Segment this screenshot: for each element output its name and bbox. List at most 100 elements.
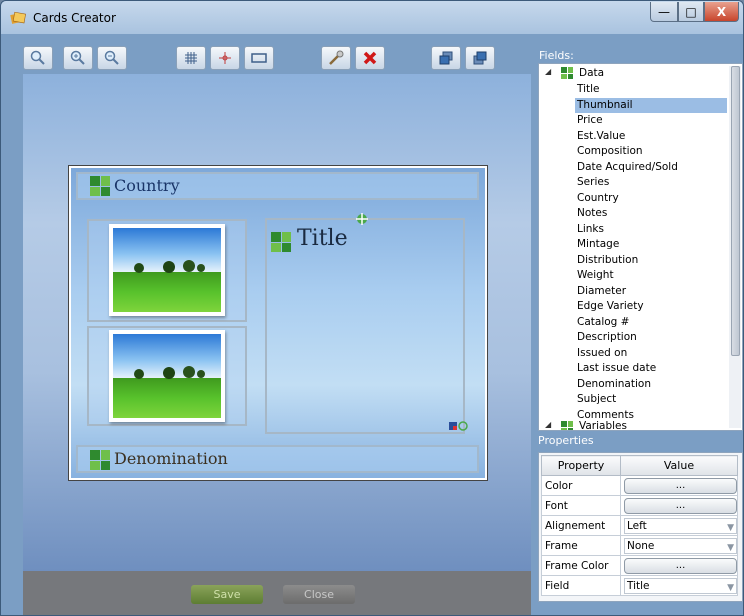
landscape-photo-bottom	[109, 330, 225, 422]
thumbnail-box-bottom[interactable]	[87, 326, 247, 426]
delete-icon	[363, 51, 377, 65]
tree-field-item[interactable]: Weight	[577, 268, 614, 283]
tree-field-item[interactable]: Links	[577, 222, 604, 237]
tree-field-item[interactable]: Diameter	[577, 284, 626, 299]
title-bar: Cards Creator — □ X	[1, 1, 743, 34]
properties-label: Properties	[538, 434, 594, 447]
zoom-out-button[interactable]	[97, 46, 127, 70]
denomination-field-box[interactable]: Denomination	[76, 445, 479, 473]
tree-field-item[interactable]: Composition	[577, 144, 643, 159]
bring-front-button[interactable]	[431, 46, 461, 70]
tree-field-item[interactable]: Issued on	[577, 346, 627, 361]
field-grid-icon	[90, 176, 110, 196]
tree-icon	[134, 366, 205, 379]
dropdown-arrow-icon: ▼	[727, 522, 734, 533]
landscape-photo-top	[109, 224, 225, 316]
scroll-thumb[interactable]	[731, 66, 740, 356]
zoom-in-button[interactable]	[63, 46, 93, 70]
zoom-button[interactable]	[23, 46, 53, 70]
tree-group-data[interactable]: Data	[579, 66, 604, 81]
tools-button[interactable]	[321, 46, 351, 70]
target-icon	[219, 52, 231, 64]
field-select[interactable]: Title ▼	[624, 577, 737, 594]
design-canvas[interactable]: Country Title Denomination	[23, 74, 531, 571]
expand-arrow-icon[interactable]: ◢	[545, 67, 551, 76]
bring-front-icon	[439, 51, 453, 65]
send-back-button[interactable]	[465, 46, 495, 70]
save-button[interactable]: Save	[191, 585, 263, 604]
field-grid-icon	[90, 450, 110, 470]
prop-alignement-name: Alignement	[541, 515, 621, 536]
frame-color-picker-button[interactable]: ...	[624, 557, 737, 574]
prop-frame-color-name: Frame Color	[541, 555, 621, 576]
prop-color-name: Color	[541, 475, 621, 496]
fields-scrollbar[interactable]	[729, 66, 741, 428]
grid-button[interactable]	[176, 46, 206, 70]
tree-field-item[interactable]: Notes	[577, 206, 607, 221]
properties-table: Property Value Color ... Font ... Aligne…	[541, 455, 738, 596]
tree-group-variables[interactable]: Variables	[579, 419, 627, 430]
alignement-value: Left	[627, 519, 647, 532]
tree-field-item[interactable]: Subject	[577, 392, 616, 407]
dropdown-arrow-icon: ▼	[727, 582, 734, 593]
app-icon	[10, 11, 26, 24]
tree-field-item[interactable]: Series	[577, 175, 609, 190]
app-window: Cards Creator — □ X Country Title Denomi…	[0, 0, 744, 616]
variables-group-icon	[561, 421, 573, 430]
value-column-header: Value	[620, 455, 738, 476]
tree-field-item[interactable]: Edge Variety	[577, 299, 644, 314]
snap-button[interactable]	[210, 46, 240, 70]
window-title: Cards Creator	[33, 11, 116, 25]
fields-tree[interactable]: ◢ Data Title Thumbnail Price Est.Value Compo…	[538, 63, 743, 431]
grid-icon	[185, 52, 197, 64]
font-picker-button[interactable]: ...	[624, 497, 737, 514]
close-button[interactable]: Close	[283, 585, 355, 604]
delete-button[interactable]	[355, 46, 385, 70]
zoom-icon	[30, 50, 45, 65]
close-window-button[interactable]: X	[704, 2, 739, 22]
title-field-label: Title	[297, 226, 348, 251]
tree-field-item[interactable]: Date Acquired/Sold	[577, 160, 678, 175]
field-value: Title	[627, 579, 650, 592]
zoom-out-icon	[104, 50, 119, 65]
tree-field-item[interactable]: Denomination	[577, 377, 651, 392]
data-group-icon	[561, 67, 573, 79]
card-preview[interactable]: Country Title Denomination	[68, 165, 488, 481]
prop-frame-name: Frame	[541, 535, 621, 556]
maximize-button[interactable]: □	[678, 2, 704, 22]
tools-icon	[329, 50, 344, 65]
tree-field-item[interactable]: Est.Value	[577, 129, 625, 144]
alignement-select[interactable]: Left ▼	[624, 517, 737, 534]
bottom-bar: Save Close	[23, 571, 531, 615]
tree-field-item[interactable]: Title	[577, 82, 600, 97]
field-grid-icon	[271, 232, 291, 252]
frame-button[interactable]	[244, 46, 274, 70]
title-field-box[interactable]: Title	[265, 213, 468, 434]
frame-select[interactable]: None ▼	[624, 537, 737, 554]
close-icon: X	[716, 4, 727, 19]
tree-field-item[interactable]: Price	[577, 113, 603, 128]
properties-panel: Property Value Color ... Font ... Aligne…	[538, 452, 743, 602]
frame-value: None	[627, 539, 655, 552]
country-field-box[interactable]: Country	[76, 172, 479, 200]
tree-field-item[interactable]: Country	[577, 191, 619, 206]
resize-handle-icon[interactable]	[449, 420, 469, 432]
tree-field-item[interactable]: Catalog #	[577, 315, 629, 330]
tree-field-item[interactable]: Description	[577, 330, 637, 345]
color-picker-button[interactable]: ...	[624, 477, 737, 494]
dropdown-arrow-icon: ▼	[727, 542, 734, 553]
tree-icon	[134, 260, 205, 273]
tree-field-item[interactable]: Thumbnail	[575, 97, 727, 113]
tree-field-item[interactable]: Distribution	[577, 253, 638, 268]
thumbnail-box-top[interactable]	[87, 219, 247, 322]
minimize-icon: —	[658, 4, 670, 19]
expand-arrow-icon[interactable]: ◢	[545, 420, 551, 429]
minimize-button[interactable]: —	[650, 2, 678, 22]
country-field-label: Country	[114, 176, 180, 195]
zoom-in-icon	[70, 50, 85, 65]
tree-field-item[interactable]: Mintage	[577, 237, 619, 252]
send-back-icon	[473, 51, 487, 65]
move-handle-icon[interactable]	[355, 212, 369, 226]
card-background: Country Title Denomination	[71, 168, 485, 478]
tree-field-item[interactable]: Last issue date	[577, 361, 656, 376]
